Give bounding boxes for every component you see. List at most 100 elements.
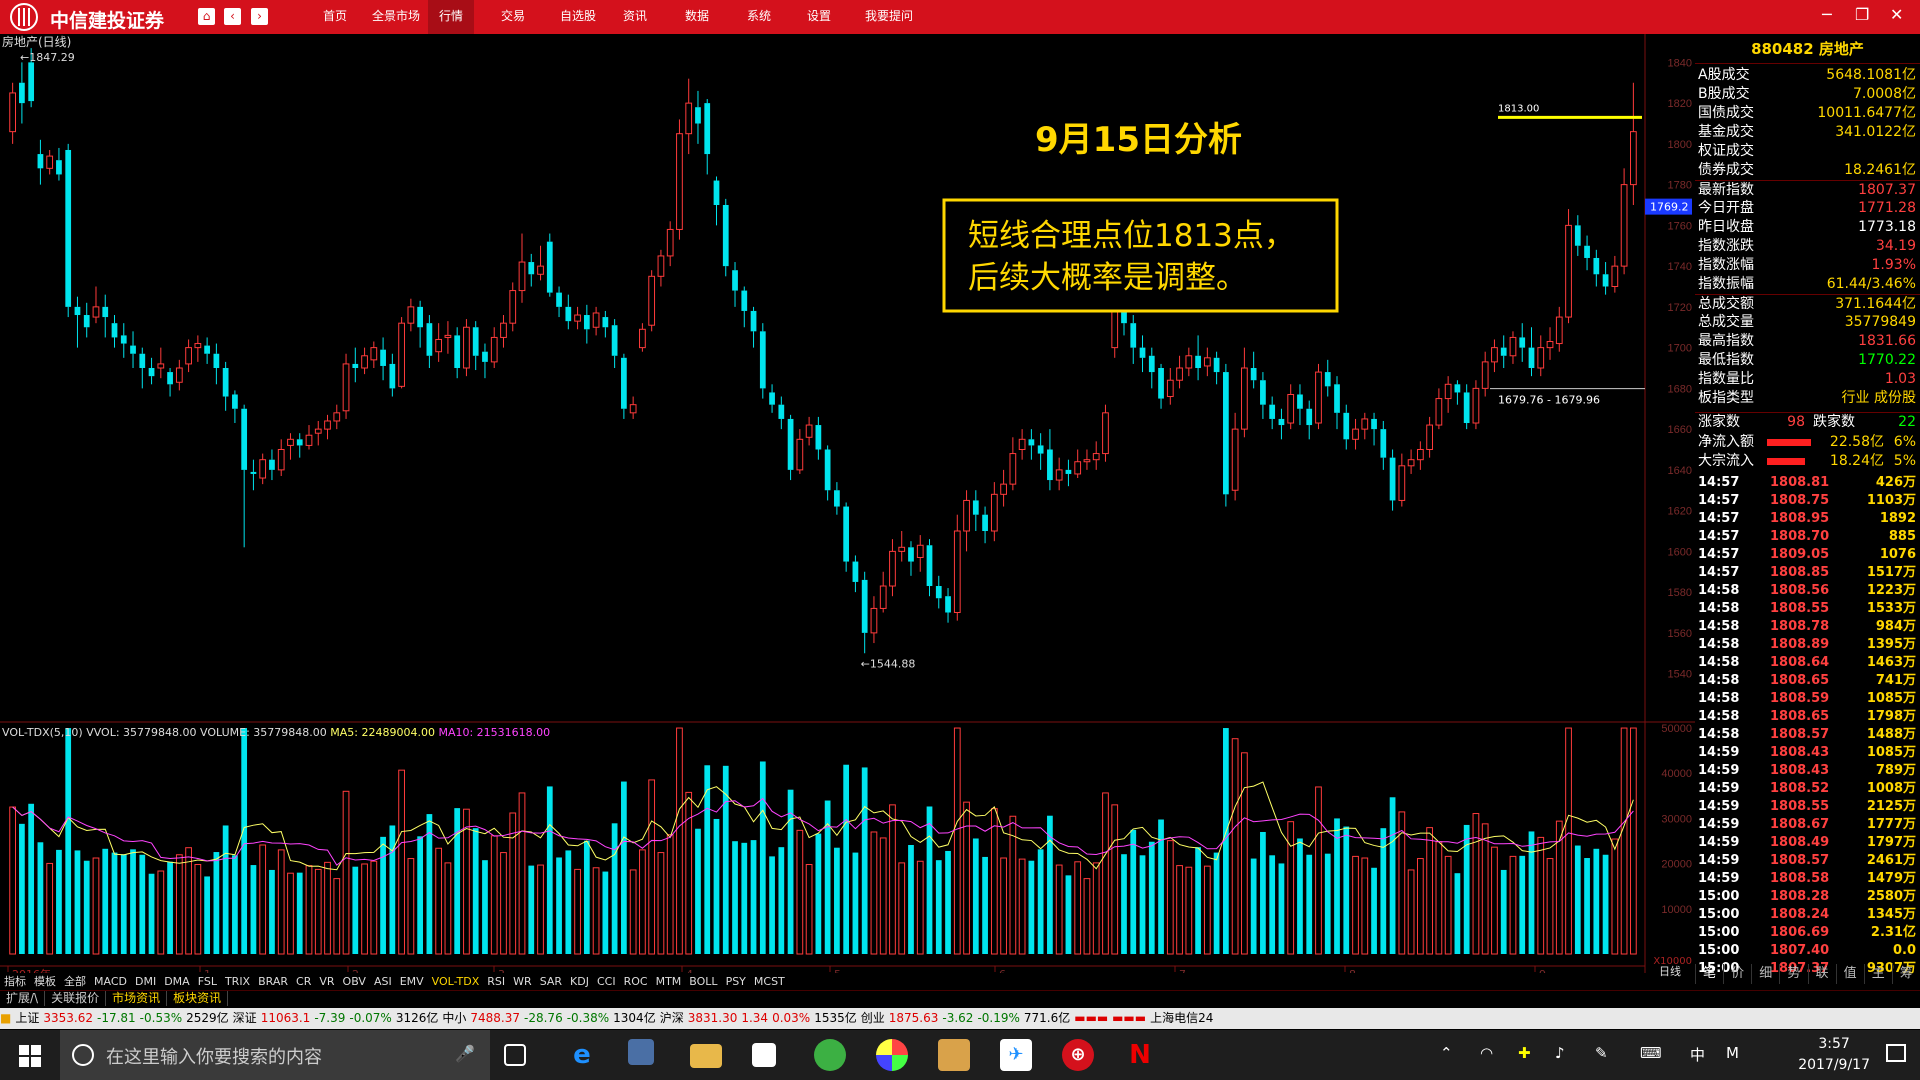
indicator-tab[interactable]: VOL-TDX (428, 973, 484, 990)
taskbar-search[interactable]: 在这里输入你要搜索的内容 🎤 (60, 1030, 490, 1080)
store-icon[interactable] (752, 1043, 776, 1067)
tick-row[interactable]: 14:59 1808.55 2125万 (1695, 798, 1920, 816)
nav-item[interactable]: 系统 (736, 0, 782, 34)
period-label[interactable]: 日线 (1655, 963, 1685, 980)
nav-item[interactable]: 全景市场 (366, 0, 426, 34)
network-app-icon[interactable] (628, 1039, 654, 1065)
tick-row[interactable]: 14:59 1808.52 1008万 (1695, 780, 1920, 798)
indicator-tab[interactable]: BOLL (685, 973, 721, 990)
forward-icon[interactable]: › (251, 8, 268, 25)
nav-item[interactable]: 我要提问 (858, 0, 920, 34)
panel-tab[interactable]: 联 (1807, 964, 1836, 984)
tick-row[interactable]: 14:58 1808.65 1798万 (1695, 708, 1920, 726)
indicator-tab[interactable]: ASI (370, 973, 396, 990)
feishu-icon[interactable]: ✈ (1000, 1039, 1032, 1071)
nav-item[interactable]: 自选股 (550, 0, 606, 34)
tick-row[interactable]: 14:57 1808.95 1892 (1695, 510, 1920, 528)
zxjt-taskbar-icon[interactable]: ⊕ (1062, 1039, 1094, 1071)
panel-tab[interactable]: 值 (1835, 964, 1864, 984)
indicator-tab[interactable]: TRIX (221, 973, 254, 990)
indicator-tab[interactable]: FSL (194, 973, 221, 990)
indicator-tab[interactable]: MTM (652, 973, 686, 990)
windows-start-icon[interactable] (19, 1045, 41, 1067)
file-explorer-icon[interactable] (690, 1044, 722, 1068)
tick-row[interactable]: 14:57 1808.75 1103万 (1695, 492, 1920, 510)
tick-row[interactable]: 14:58 1808.89 1395万 (1695, 636, 1920, 654)
tray-chevron-icon[interactable]: ⌃ (1440, 1044, 1453, 1062)
indicator-tab[interactable]: ROC (620, 973, 652, 990)
tick-row[interactable]: 14:58 1808.65 741万 (1695, 672, 1920, 690)
indicator-tab[interactable]: WR (509, 973, 536, 990)
indicator-tab[interactable]: MACD (90, 973, 131, 990)
indicator-tab[interactable]: 全部 (60, 973, 90, 990)
indicator-tab[interactable]: OBV (339, 973, 370, 990)
tick-row[interactable]: 14:59 1808.57 2461万 (1695, 852, 1920, 870)
home-icon[interactable]: ⌂ (198, 8, 215, 25)
tick-row[interactable]: 15:00 1806.69 2.31亿 (1695, 924, 1920, 942)
edge-icon[interactable]: e (566, 1039, 598, 1071)
indicator-tab[interactable]: DMI (131, 973, 160, 990)
indicator-tab[interactable]: 指标 (0, 973, 30, 990)
green-app-icon[interactable] (814, 1039, 846, 1071)
pen-icon[interactable]: ✎ (1595, 1044, 1608, 1062)
tick-row[interactable]: 14:58 1808.55 1533万 (1695, 600, 1920, 618)
wifi-icon[interactable]: ◠ (1480, 1044, 1493, 1062)
minimize-icon[interactable]: ─ (1822, 5, 1832, 24)
nav-item[interactable]: 交易 (490, 0, 536, 34)
indicator-tab[interactable]: SAR (536, 973, 566, 990)
clock[interactable]: 3:57 2017/9/17 (1798, 1034, 1870, 1076)
tick-row[interactable]: 14:58 1808.56 1223万 (1695, 582, 1920, 600)
notification-icon[interactable] (1886, 1044, 1906, 1062)
tick-row[interactable]: 14:57 1808.70 885 (1695, 528, 1920, 546)
tick-row[interactable]: 15:00 1808.28 2580万 (1695, 888, 1920, 906)
tick-row[interactable]: 14:58 1808.78 984万 (1695, 618, 1920, 636)
tick-row[interactable]: 14:57 1808.81 426万 (1695, 474, 1920, 492)
indicator-tab[interactable]: VR (315, 973, 338, 990)
panel-tab[interactable]: 势 (1779, 964, 1807, 984)
tick-row[interactable]: 14:59 1808.58 1479万 (1695, 870, 1920, 888)
panel-tab[interactable]: 价 (1723, 964, 1751, 984)
ime-mode[interactable]: M (1726, 1044, 1739, 1062)
microphone-icon[interactable]: 🎤 (455, 1044, 475, 1063)
restore-icon[interactable]: ❐ (1855, 5, 1869, 24)
indicator-tab[interactable]: CCI (593, 973, 620, 990)
bottom-tab[interactable]: 板块资讯 (167, 991, 229, 1006)
back-icon[interactable]: ‹ (224, 8, 241, 25)
panel-tab[interactable]: 细 (1751, 964, 1779, 984)
panel-tab[interactable]: 笔 (1695, 964, 1723, 984)
price-volume-chart[interactable]: 1540 1560 1580 1600 1620 1640 1660 1680 1700 1720… (0, 34, 1695, 973)
volume-icon[interactable]: ♪ (1555, 1044, 1565, 1062)
tick-row[interactable]: 15:00 1808.24 1345万 (1695, 906, 1920, 924)
bottom-tab[interactable]: 扩展/\ (0, 991, 46, 1006)
ime-indicator[interactable]: 中 (1690, 1044, 1705, 1065)
nav-item[interactable]: 行情 (428, 0, 474, 34)
indicator-tab[interactable]: BRAR (254, 973, 292, 990)
tray-app-icon[interactable]: ✚ (1518, 1044, 1531, 1062)
panel-tab[interactable]: 主 (1863, 964, 1892, 984)
indicator-tab[interactable]: PSY (722, 973, 750, 990)
color-app-icon[interactable] (876, 1039, 908, 1071)
tick-row[interactable]: 14:58 1808.64 1463万 (1695, 654, 1920, 672)
nav-item[interactable]: 数据 (674, 0, 720, 34)
keyboard-icon[interactable]: ⌨ (1640, 1044, 1662, 1062)
red-app-icon[interactable]: N (1124, 1039, 1156, 1071)
indicator-tab[interactable]: CR (292, 973, 315, 990)
bottom-tab[interactable]: 关联报价 (45, 991, 107, 1006)
package-icon[interactable] (938, 1039, 970, 1071)
indicator-tab[interactable]: RSI (483, 973, 509, 990)
panel-tab[interactable]: 筹 (1891, 964, 1920, 984)
tick-row[interactable]: 14:59 1808.49 1797万 (1695, 834, 1920, 852)
tick-row[interactable]: 14:58 1808.57 1488万 (1695, 726, 1920, 744)
bottom-tab[interactable]: 市场资讯 (106, 991, 168, 1006)
indicator-tab[interactable]: 模板 (30, 973, 60, 990)
close-icon[interactable]: ✕ (1890, 5, 1903, 24)
tick-row[interactable]: 15:00 1807.40 0.0 (1695, 942, 1920, 960)
tick-row[interactable]: 14:57 1808.85 1517万 (1695, 564, 1920, 582)
indicator-tab[interactable]: DMA (160, 973, 194, 990)
nav-item[interactable]: 资讯 (612, 0, 658, 34)
tick-row[interactable]: 14:59 1808.43 1085万 (1695, 744, 1920, 762)
nav-item[interactable]: 设置 (796, 0, 842, 34)
tick-row[interactable]: 14:57 1809.05 1076 (1695, 546, 1920, 564)
task-view-icon[interactable] (504, 1044, 526, 1066)
indicator-tab[interactable]: EMV (396, 973, 428, 990)
